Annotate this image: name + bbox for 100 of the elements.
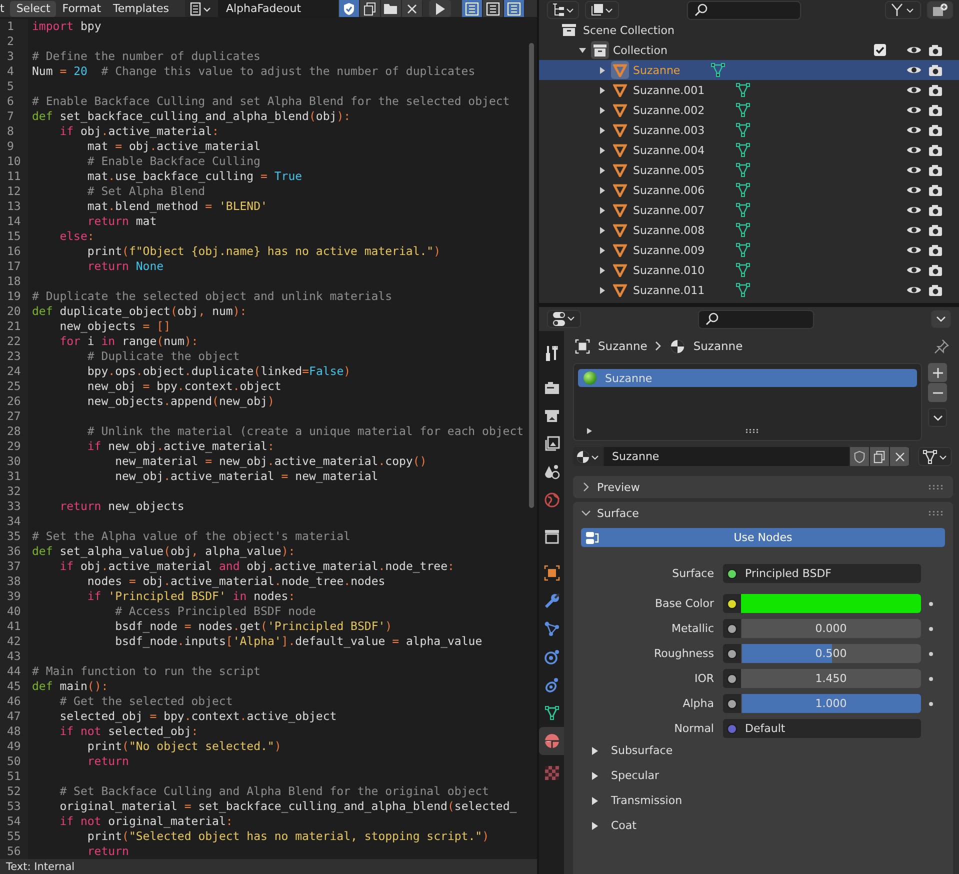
duplicate-icon[interactable] xyxy=(870,447,889,466)
material-slot[interactable]: Suzanne xyxy=(578,369,917,387)
camera-icon[interactable] xyxy=(928,264,943,276)
mesh-data-icon[interactable] xyxy=(734,202,751,218)
mesh-data-icon[interactable] xyxy=(734,122,751,138)
keyframe-dot[interactable] xyxy=(929,602,933,606)
mesh-data-icon[interactable] xyxy=(734,102,751,118)
link-field[interactable]: Default xyxy=(723,719,921,738)
resize-grip-icon[interactable] xyxy=(746,429,758,433)
outliner-label[interactable]: Collection xyxy=(613,44,668,56)
socket-dot[interactable] xyxy=(727,724,737,734)
outliner-row[interactable]: Suzanne.005 xyxy=(539,160,959,180)
camera-icon[interactable] xyxy=(928,44,943,56)
mesh-data-icon[interactable] xyxy=(734,222,751,238)
camera-icon[interactable] xyxy=(928,224,943,236)
line-numbers-icon[interactable] xyxy=(462,0,482,17)
shield-icon[interactable] xyxy=(338,0,359,17)
menu-item[interactable]: t xyxy=(0,0,10,16)
camera-icon[interactable] xyxy=(928,164,943,176)
outliner-row[interactable]: Suzanne.001 xyxy=(539,80,959,100)
camera-icon[interactable] xyxy=(928,244,943,256)
grip-icon[interactable] xyxy=(929,510,943,516)
menu-item[interactable]: Select xyxy=(10,0,56,16)
mesh-data-icon[interactable] xyxy=(734,242,751,258)
chevron-down-icon[interactable] xyxy=(928,408,947,427)
close-icon[interactable] xyxy=(890,447,909,466)
eye-icon[interactable] xyxy=(906,264,922,276)
camera-icon[interactable] xyxy=(928,144,943,156)
socket-dot[interactable] xyxy=(727,648,737,658)
chevron-down-icon[interactable] xyxy=(931,310,951,328)
eye-icon[interactable] xyxy=(906,104,922,116)
add-slot-button[interactable] xyxy=(928,363,947,382)
outliner-row[interactable]: Suzanne.010 xyxy=(539,260,959,280)
editor-type-dropdown[interactable] xyxy=(547,310,581,328)
outliner-row[interactable]: Suzanne.009 xyxy=(539,240,959,260)
eye-icon[interactable] xyxy=(906,184,922,196)
expand-arrow-icon[interactable] xyxy=(586,427,594,435)
outliner-row[interactable]: Suzanne.002 xyxy=(539,100,959,120)
mesh-data-icon[interactable] xyxy=(734,262,751,278)
syntax-highlight-icon[interactable] xyxy=(504,0,524,17)
panel-header[interactable]: Surface xyxy=(573,502,953,524)
camera-icon[interactable] xyxy=(928,204,943,216)
camera-icon[interactable] xyxy=(928,64,943,76)
subpanel-header[interactable]: Subsurface xyxy=(581,738,945,763)
eye-icon[interactable] xyxy=(906,164,922,176)
eye-icon[interactable] xyxy=(906,144,922,156)
display-mode-dropdown[interactable] xyxy=(547,1,579,19)
number-field[interactable]: 1.000 xyxy=(723,694,921,713)
keyframe-dot[interactable] xyxy=(929,702,933,706)
search-field[interactable] xyxy=(698,310,814,328)
outliner-row[interactable]: Suzanne.008 xyxy=(539,220,959,240)
mesh-data-icon[interactable] xyxy=(710,62,726,78)
menu-item[interactable]: Templates xyxy=(107,0,175,16)
text-name-field[interactable]: AlphaFadeout xyxy=(218,0,338,17)
subpanel-header[interactable]: Specular xyxy=(581,763,945,788)
camera-icon[interactable] xyxy=(928,184,943,196)
mesh-data-icon[interactable] xyxy=(734,142,751,158)
search-field[interactable] xyxy=(687,0,801,20)
panel-header[interactable]: Preview xyxy=(573,476,953,498)
mesh-data-icon[interactable] xyxy=(734,182,751,198)
eye-icon[interactable] xyxy=(906,84,922,96)
duplicate-icon[interactable] xyxy=(360,0,380,17)
view-layer-dropdown[interactable] xyxy=(585,1,619,19)
link-field[interactable]: Principled BSDF xyxy=(723,564,921,583)
camera-icon[interactable] xyxy=(928,84,943,96)
outliner-row[interactable]: Suzanne xyxy=(539,60,959,80)
remove-slot-button[interactable] xyxy=(928,383,947,402)
word-wrap-icon[interactable] xyxy=(482,0,503,17)
pin-icon[interactable] xyxy=(934,338,949,354)
eye-icon[interactable] xyxy=(906,64,922,76)
mesh-data-icon[interactable] xyxy=(734,82,751,98)
outliner-row[interactable]: Suzanne.006 xyxy=(539,180,959,200)
filter-dropdown[interactable] xyxy=(885,1,921,19)
eye-icon[interactable] xyxy=(906,244,922,256)
keyframe-dot[interactable] xyxy=(929,626,933,630)
scrollbar[interactable] xyxy=(529,43,534,508)
new-collection-button[interactable] xyxy=(927,1,953,19)
link-mode-dropdown[interactable] xyxy=(918,447,952,466)
socket-dot[interactable] xyxy=(727,698,737,708)
outliner-row[interactable]: Suzanne.003 xyxy=(539,120,959,140)
outliner-row[interactable]: Suzanne.004 xyxy=(539,140,959,160)
mesh-data-icon[interactable] xyxy=(734,162,751,178)
outliner-row[interactable]: Suzanne.007 xyxy=(539,200,959,220)
camera-icon[interactable] xyxy=(928,124,943,136)
eye-icon[interactable] xyxy=(906,224,922,236)
socket-dot[interactable] xyxy=(727,598,737,608)
keyframe-dot[interactable] xyxy=(929,652,933,656)
outliner-row[interactable]: Suzanne.011 xyxy=(539,280,959,300)
eye-icon[interactable] xyxy=(906,44,922,56)
mesh-data-icon[interactable] xyxy=(734,282,751,298)
keyframe-dot[interactable] xyxy=(929,676,933,680)
run-script-button[interactable] xyxy=(428,0,451,17)
use-nodes-button[interactable]: Use Nodes xyxy=(581,528,945,547)
socket-dot[interactable] xyxy=(727,568,737,578)
number-field[interactable]: 1.450 xyxy=(723,669,921,688)
camera-icon[interactable] xyxy=(928,284,943,296)
folder-icon[interactable] xyxy=(380,0,401,17)
grip-icon[interactable] xyxy=(929,484,943,490)
subpanel-header[interactable]: Transmission xyxy=(581,788,945,813)
close-icon[interactable] xyxy=(402,0,422,17)
